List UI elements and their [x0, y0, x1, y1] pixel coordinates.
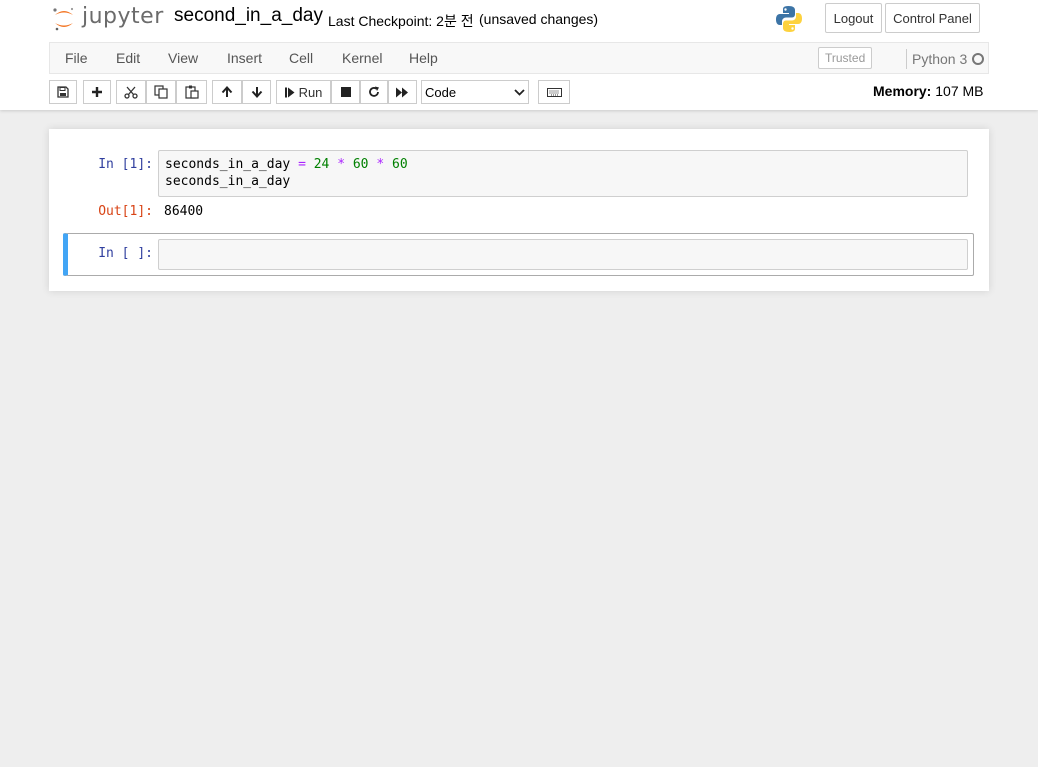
logout-button[interactable]: Logout	[825, 3, 882, 33]
memory-value: 107 MB	[935, 83, 984, 99]
copy-button[interactable]	[146, 80, 176, 104]
code-number: 60	[392, 157, 408, 172]
menu-file[interactable]: File	[65, 50, 88, 66]
cell-in-prompt: In [1]:	[98, 157, 153, 172]
header: jupyter second_in_a_day Last Checkpoint:…	[0, 0, 1038, 110]
memory-usage: Memory: 107 MB	[873, 83, 984, 99]
stop-icon	[340, 87, 351, 97]
copy-icon	[154, 85, 168, 99]
step-forward-icon	[284, 87, 295, 97]
notebook-container: In [1]: seconds_in_a_day = 24 * 60 * 60 …	[49, 129, 989, 291]
keyboard-icon	[546, 87, 562, 97]
move-up-button[interactable]	[212, 80, 242, 104]
jupyter-logo-text: jupyter	[82, 4, 164, 29]
restart-run-all-button[interactable]	[388, 80, 417, 104]
notebook-name[interactable]: second_in_a_day	[174, 5, 323, 27]
cell-type-value: Code	[425, 84, 457, 100]
python-logo-icon	[776, 6, 802, 32]
fast-forward-icon	[396, 87, 408, 97]
menu-view[interactable]: View	[168, 50, 198, 66]
jupyter-logo-icon	[53, 7, 74, 31]
menu-edit[interactable]: Edit	[116, 50, 140, 66]
cell-type-select[interactable]: Code	[421, 80, 529, 104]
kernel-divider	[906, 49, 907, 69]
code-op: =	[298, 157, 306, 172]
memory-label: Memory:	[873, 83, 932, 99]
chevron-down-icon	[514, 88, 525, 96]
run-button[interactable]: Run	[276, 80, 331, 104]
code-var: seconds_in_a_day	[165, 157, 291, 172]
autosave-status: (unsaved changes)	[479, 11, 599, 27]
jupyter-logo[interactable]: jupyter	[52, 4, 164, 34]
cell-in-prompt: In [ ]:	[98, 246, 153, 261]
kernel-name[interactable]: Python 3	[912, 51, 967, 67]
save-button[interactable]	[49, 80, 77, 104]
code-number: 24	[313, 157, 330, 172]
paste-button[interactable]	[176, 80, 207, 104]
kernel-idle-icon	[972, 53, 984, 65]
restart-icon	[369, 86, 379, 97]
save-icon	[57, 86, 69, 98]
code-cell-input[interactable]: seconds_in_a_day = 24 * 60 * 60 seconds_…	[158, 150, 968, 197]
move-down-button[interactable]	[242, 80, 271, 104]
menu-help[interactable]: Help	[409, 50, 438, 66]
menu-cell[interactable]: Cell	[289, 50, 313, 66]
code-op: *	[376, 157, 385, 172]
run-label: Run	[298, 84, 323, 100]
interrupt-button[interactable]	[331, 80, 360, 104]
control-panel-button[interactable]: Control Panel	[885, 3, 980, 33]
insert-cell-button[interactable]	[83, 80, 111, 104]
restart-button[interactable]	[360, 80, 388, 104]
arrow-up-icon	[221, 86, 233, 97]
paste-icon	[184, 85, 199, 99]
code-cell-input[interactable]	[158, 239, 968, 270]
last-checkpoint: Last Checkpoint: 2분 전	[328, 13, 474, 29]
code-line: seconds_in_a_day	[165, 174, 291, 189]
arrow-down-icon	[251, 87, 262, 98]
cut-button[interactable]	[116, 80, 146, 104]
code-op: *	[337, 157, 346, 172]
menubar: File Edit View Insert Cell Kernel Help T…	[49, 42, 989, 74]
menu-insert[interactable]: Insert	[227, 50, 262, 66]
trusted-indicator[interactable]: Trusted	[818, 47, 873, 69]
menu-kernel[interactable]: Kernel	[342, 50, 382, 66]
command-palette-button[interactable]	[538, 80, 570, 104]
cut-icon	[124, 86, 138, 99]
cell-output: 86400	[164, 204, 204, 219]
plus-icon	[92, 87, 102, 97]
code-text: seconds_in_a_day = 24 * 60 * 60 seconds_…	[165, 156, 408, 190]
code-number: 60	[352, 157, 369, 172]
cell-out-prompt: Out[1]:	[98, 204, 153, 219]
